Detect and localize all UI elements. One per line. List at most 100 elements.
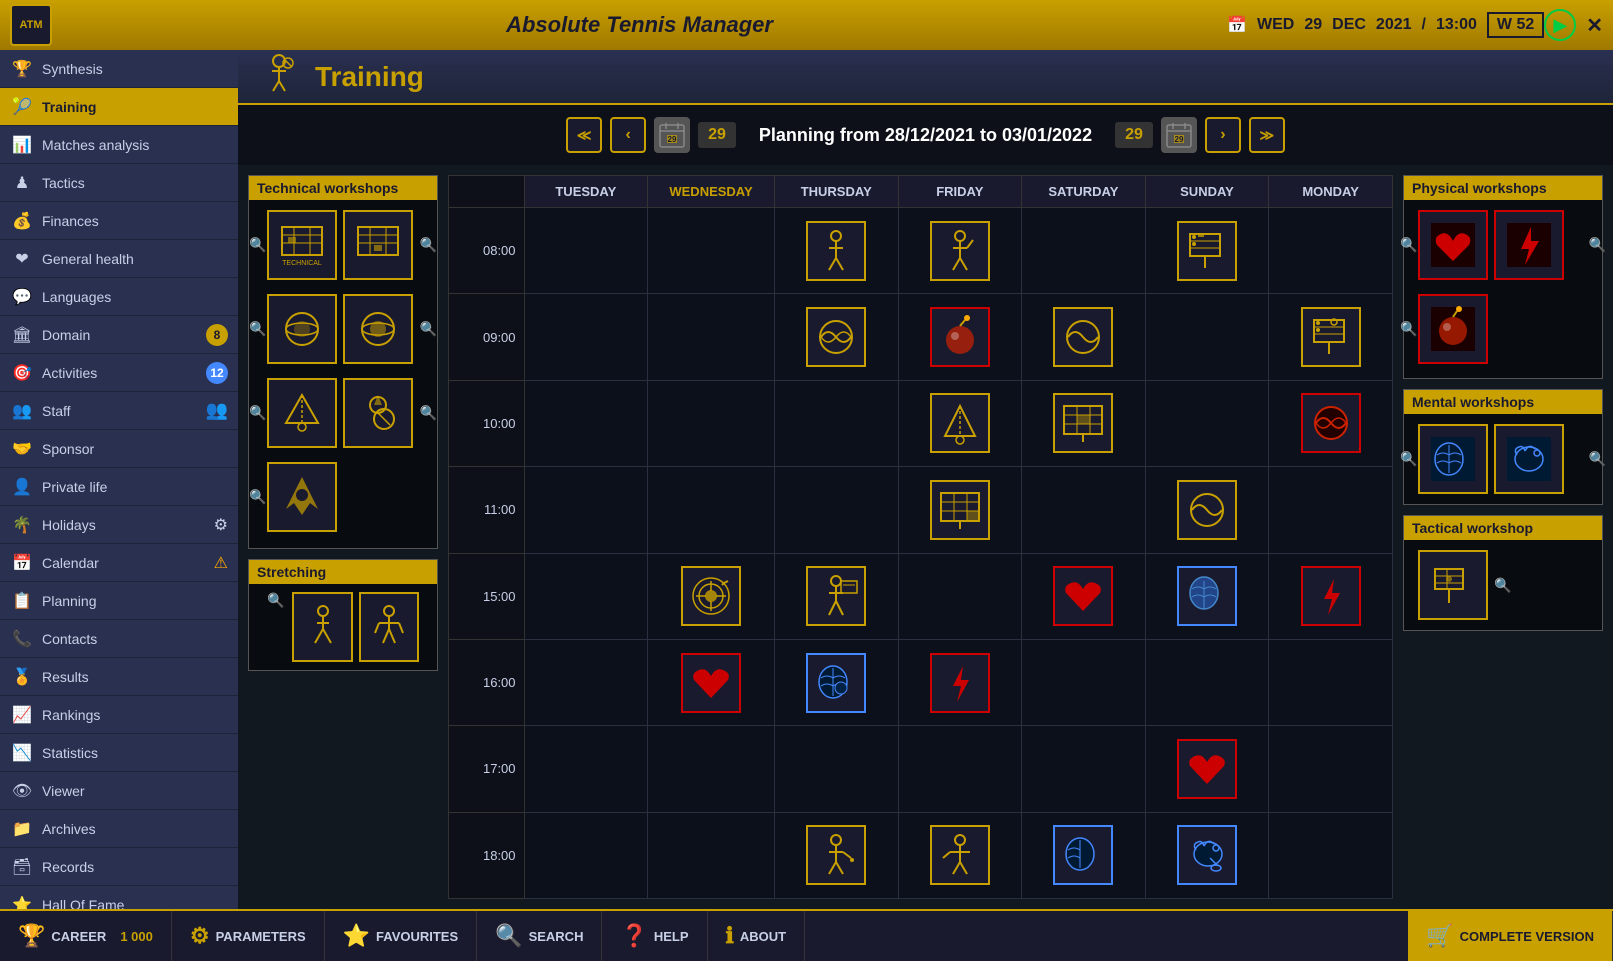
cell-sat-0800[interactable] xyxy=(1022,208,1146,294)
cell-sun-1100[interactable] xyxy=(1145,467,1269,553)
cell-wed-1800[interactable] xyxy=(648,812,775,898)
cell-thu-1500[interactable] xyxy=(774,553,898,639)
cell-mon-1500[interactable] xyxy=(1269,553,1393,639)
cell-sat-1000[interactable] xyxy=(1022,380,1146,466)
mental-item-1[interactable] xyxy=(1418,424,1488,494)
cell-tue-1000[interactable] xyxy=(524,380,648,466)
sidebar-item-viewer[interactable]: 👁 Viewer xyxy=(0,772,238,810)
cell-fri-0900[interactable] xyxy=(898,294,1022,380)
zoom-icon-left-1[interactable]: 🔍 xyxy=(249,237,266,254)
sidebar-item-hall-of-fame[interactable]: ⭐ Hall Of Fame xyxy=(0,886,238,909)
sidebar-item-private-life[interactable]: 👤 Private life xyxy=(0,468,238,506)
cell-sat-1100[interactable] xyxy=(1022,467,1146,553)
cell-sun-1500[interactable] xyxy=(1145,553,1269,639)
zoom-phys-right-1[interactable]: 🔍 xyxy=(1589,237,1606,254)
sidebar-item-languages[interactable]: 💬 Languages xyxy=(0,278,238,316)
phys-item-3[interactable] xyxy=(1418,294,1488,364)
sidebar-item-synthesis[interactable]: 🏆 Synthesis xyxy=(0,50,238,88)
zoom-icon-left-4[interactable]: 🔍 xyxy=(249,489,266,506)
cell-sat-1800[interactable] xyxy=(1022,812,1146,898)
cell-mon-0900[interactable] xyxy=(1269,294,1393,380)
nav-prev-week-double[interactable]: ≪ xyxy=(566,117,602,153)
cell-tue-1800[interactable] xyxy=(524,812,648,898)
cell-fri-1500[interactable] xyxy=(898,553,1022,639)
cell-wed-0800[interactable] xyxy=(648,208,775,294)
zoom-icon-right-2[interactable]: 🔍 xyxy=(420,321,437,338)
play-button[interactable]: ▶ xyxy=(1544,9,1576,41)
cell-mon-1800[interactable] xyxy=(1269,812,1393,898)
close-button[interactable]: ✕ xyxy=(1586,13,1603,38)
cell-tue-1600[interactable] xyxy=(524,639,648,725)
cell-sun-1700[interactable] xyxy=(1145,726,1269,812)
cell-sun-0900[interactable] xyxy=(1145,294,1269,380)
nav-next-week[interactable]: › xyxy=(1205,117,1241,153)
cell-thu-1600[interactable] xyxy=(774,639,898,725)
stretch-item-2[interactable] xyxy=(359,592,419,662)
calendar-left-icon[interactable]: 29 xyxy=(654,117,690,153)
cell-wed-1700[interactable] xyxy=(648,726,775,812)
zoom-tactical-right[interactable]: 🔍 xyxy=(1494,577,1511,594)
cell-sat-1500[interactable] xyxy=(1022,553,1146,639)
sidebar-item-general-health[interactable]: ❤ General health xyxy=(0,240,238,278)
cell-sat-1600[interactable] xyxy=(1022,639,1146,725)
zoom-stretch-left[interactable]: 🔍 xyxy=(267,592,284,662)
cell-sat-1700[interactable] xyxy=(1022,726,1146,812)
zoom-phys-left-2[interactable]: 🔍 xyxy=(1400,321,1417,338)
cell-fri-0800[interactable] xyxy=(898,208,1022,294)
cell-tue-0900[interactable] xyxy=(524,294,648,380)
sidebar-item-calendar[interactable]: 📅 Calendar ⚠ xyxy=(0,544,238,582)
workshop-item-6[interactable] xyxy=(343,378,413,448)
parameters-button[interactable]: ⚙ PARAMETERS xyxy=(172,911,325,961)
complete-version-button[interactable]: 🛒 COMPLETE VERSION xyxy=(1408,911,1613,961)
cell-thu-0800[interactable] xyxy=(774,208,898,294)
nav-next-week-double[interactable]: ≫ xyxy=(1249,117,1285,153)
sidebar-item-planning[interactable]: 📋 Planning xyxy=(0,582,238,620)
about-button[interactable]: ℹ ABOUT xyxy=(708,911,806,961)
stretch-item-1[interactable] xyxy=(292,592,352,662)
phys-item-1[interactable] xyxy=(1418,210,1488,280)
workshop-item-3[interactable] xyxy=(267,294,337,364)
nav-prev-week[interactable]: ‹ xyxy=(610,117,646,153)
zoom-icon-right-1[interactable]: 🔍 xyxy=(420,237,437,254)
cell-sun-0800[interactable] xyxy=(1145,208,1269,294)
cell-mon-1000[interactable] xyxy=(1269,380,1393,466)
cell-thu-1800[interactable] xyxy=(774,812,898,898)
sidebar-item-statistics[interactable]: 📉 Statistics xyxy=(0,734,238,772)
sidebar-item-records[interactable]: 🗃 Records xyxy=(0,848,238,886)
cell-tue-0800[interactable] xyxy=(524,208,648,294)
cell-thu-0900[interactable] xyxy=(774,294,898,380)
cell-thu-1000[interactable] xyxy=(774,380,898,466)
zoom-icon-left-2[interactable]: 🔍 xyxy=(249,321,266,338)
zoom-icon-left-3[interactable]: 🔍 xyxy=(249,405,266,422)
cell-mon-1700[interactable] xyxy=(1269,726,1393,812)
cell-mon-1600[interactable] xyxy=(1269,639,1393,725)
cell-wed-0900[interactable] xyxy=(648,294,775,380)
zoom-icon-right-3[interactable]: 🔍 xyxy=(420,405,437,422)
sidebar-item-domain[interactable]: 🏛 Domain 8 xyxy=(0,316,238,354)
cell-wed-1000[interactable] xyxy=(648,380,775,466)
sidebar-item-training[interactable]: 🎾 Training xyxy=(0,88,238,126)
zoom-phys-left-1[interactable]: 🔍 xyxy=(1400,237,1417,254)
sidebar-item-results[interactable]: 🏅 Results xyxy=(0,658,238,696)
sidebar-item-sponsor[interactable]: 🤝 Sponsor xyxy=(0,430,238,468)
zoom-mental-right[interactable]: 🔍 xyxy=(1589,451,1606,468)
mental-item-2[interactable] xyxy=(1494,424,1564,494)
cell-mon-1100[interactable] xyxy=(1269,467,1393,553)
cell-wed-1100[interactable] xyxy=(648,467,775,553)
zoom-mental-left[interactable]: 🔍 xyxy=(1400,451,1417,468)
cell-fri-1700[interactable] xyxy=(898,726,1022,812)
career-button[interactable]: 🏆 CAREER 1 000 xyxy=(0,911,172,961)
cell-thu-1100[interactable] xyxy=(774,467,898,553)
sidebar-item-staff[interactable]: 👥 Staff 👥 xyxy=(0,392,238,430)
sidebar-item-archives[interactable]: 📁 Archives xyxy=(0,810,238,848)
cell-mon-0800[interactable] xyxy=(1269,208,1393,294)
sidebar-item-matches-analysis[interactable]: 📊 Matches analysis xyxy=(0,126,238,164)
sidebar-item-rankings[interactable]: 📈 Rankings xyxy=(0,696,238,734)
workshop-item-1[interactable]: TECHNICAL xyxy=(267,210,337,280)
sidebar-item-activities[interactable]: 🎯 Activities 12 xyxy=(0,354,238,392)
help-button[interactable]: ❓ HELP xyxy=(602,911,707,961)
workshop-item-4[interactable] xyxy=(343,294,413,364)
cell-tue-1700[interactable] xyxy=(524,726,648,812)
sidebar-item-finances[interactable]: 💰 Finances xyxy=(0,202,238,240)
cell-sun-1800[interactable] xyxy=(1145,812,1269,898)
